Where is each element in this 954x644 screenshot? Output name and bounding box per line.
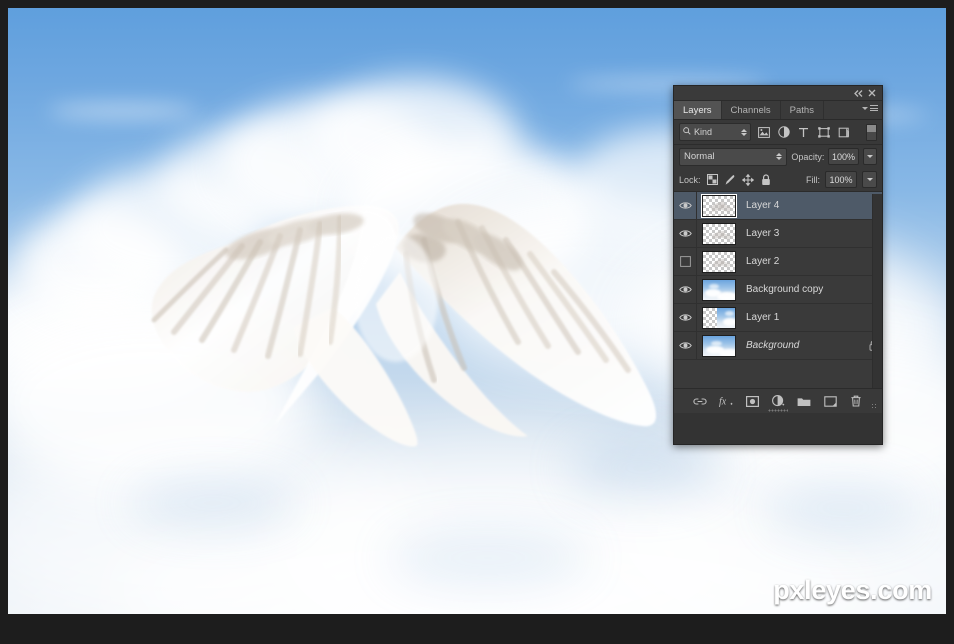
layer-name: Background	[746, 340, 800, 351]
filter-toggle-switch[interactable]	[866, 123, 877, 141]
layer-row[interactable]: Background	[674, 332, 882, 360]
eye-icon[interactable]	[674, 332, 697, 359]
app-window: pxleyes.com Layers Channels Paths Kind N…	[0, 0, 954, 644]
window-frame-left	[0, 0, 8, 644]
sky-gap	[768, 478, 918, 538]
lock-image-pixels-icon[interactable]	[724, 173, 737, 186]
layer-name: Background copy	[746, 284, 824, 295]
layer-thumbnail[interactable]	[702, 250, 736, 273]
lock-label: Lock:	[679, 174, 701, 185]
layer-row[interactable]: Layer 3	[674, 220, 882, 248]
panel-resize-handle[interactable]	[768, 409, 788, 412]
layer-row[interactable]: Layer 1	[674, 304, 882, 332]
blend-mode-value: Normal	[684, 151, 715, 162]
svg-text:fx: fx	[719, 397, 727, 408]
window-frame-top	[0, 0, 954, 8]
opacity-input[interactable]: 100%	[828, 148, 859, 165]
fill-input[interactable]: 100%	[825, 171, 857, 188]
filter-adjustment-icon[interactable]	[776, 125, 791, 140]
layer-list-scrollbar[interactable]	[872, 194, 882, 390]
window-frame-right	[946, 0, 954, 644]
double-chevron-left-icon[interactable]	[852, 87, 865, 99]
layer-thumbnail[interactable]	[702, 222, 736, 245]
layer-name: Layer 2	[746, 256, 780, 267]
layer-row[interactable]: Background copy	[674, 276, 882, 304]
layers-panel: Layers Channels Paths Kind Normal Opacit…	[673, 85, 883, 445]
tab-paths[interactable]: Paths	[780, 101, 824, 119]
panel-menu-icon[interactable]	[862, 105, 878, 111]
lock-position-icon[interactable]	[742, 173, 755, 186]
panel-resize-grip[interactable]	[871, 403, 878, 410]
opacity-dropdown-button[interactable]	[862, 148, 877, 165]
filter-shape-icon[interactable]	[816, 125, 831, 140]
delete-layer-icon[interactable]	[849, 394, 864, 409]
blend-mode-row: Normal Opacity: 100%	[674, 145, 882, 168]
filter-pixel-icon[interactable]	[756, 125, 771, 140]
angel-wings-artwork	[138, 188, 668, 448]
filter-kind-select[interactable]: Kind	[679, 123, 751, 141]
fill-label: Fill:	[806, 174, 820, 185]
new-group-icon[interactable]	[797, 394, 812, 409]
layer-name: Layer 4	[746, 200, 780, 211]
opacity-label: Opacity:	[791, 151, 825, 162]
lock-all-icon[interactable]	[760, 173, 773, 186]
eye-icon[interactable]	[674, 304, 697, 331]
lock-row: Lock: Fill: 100%	[674, 168, 882, 192]
layer-thumbnail[interactable]	[702, 334, 736, 357]
watermark: pxleyes.com	[773, 575, 932, 605]
panel-tabs: Layers Channels Paths	[674, 101, 882, 120]
chevron-updown-icon[interactable]	[776, 153, 783, 160]
layer-thumbnail[interactable]	[702, 306, 736, 329]
search-icon	[683, 127, 691, 137]
window-frame-bottom	[0, 614, 954, 644]
blend-mode-select[interactable]: Normal	[679, 147, 788, 166]
eye-icon-off[interactable]	[674, 248, 697, 275]
layer-thumbnail[interactable]	[701, 193, 737, 218]
layer-row[interactable]: Layer 2	[674, 248, 882, 276]
layer-list[interactable]: Layer 4 Layer 3 Layer 2 Background copy …	[674, 192, 882, 388]
add-layer-mask-icon[interactable]	[745, 394, 760, 409]
filter-kind-label: Kind	[694, 127, 713, 137]
eye-icon[interactable]	[674, 192, 697, 219]
eye-icon[interactable]	[674, 220, 697, 247]
new-layer-icon[interactable]	[823, 394, 838, 409]
filter-type-icon[interactable]	[796, 125, 811, 140]
layer-name: Layer 3	[746, 228, 780, 239]
new-adjustment-layer-icon[interactable]	[771, 394, 786, 409]
chevron-updown-icon[interactable]	[741, 128, 747, 136]
filter-smart-object-icon[interactable]	[836, 125, 851, 140]
layer-style-fx-icon[interactable]: fx	[719, 394, 734, 409]
cirrus	[48, 104, 198, 118]
sky-gap	[128, 478, 298, 528]
link-layers-icon[interactable]	[693, 394, 708, 409]
tab-layers[interactable]: Layers	[674, 101, 722, 119]
layer-filter-row: Kind	[674, 120, 882, 145]
lock-transparent-pixels-icon[interactable]	[706, 173, 719, 186]
panel-titlebar[interactable]	[674, 86, 882, 101]
eye-icon[interactable]	[674, 276, 697, 303]
sky-gap	[388, 528, 588, 588]
layer-row[interactable]: Layer 4	[674, 192, 882, 220]
panel-bottom-toolbar: fx	[674, 388, 882, 413]
layer-name: Layer 1	[746, 312, 780, 323]
fill-dropdown-button[interactable]	[862, 171, 877, 188]
layer-thumbnail[interactable]	[702, 278, 736, 301]
close-icon[interactable]	[865, 87, 878, 99]
tab-channels[interactable]: Channels	[721, 101, 781, 119]
